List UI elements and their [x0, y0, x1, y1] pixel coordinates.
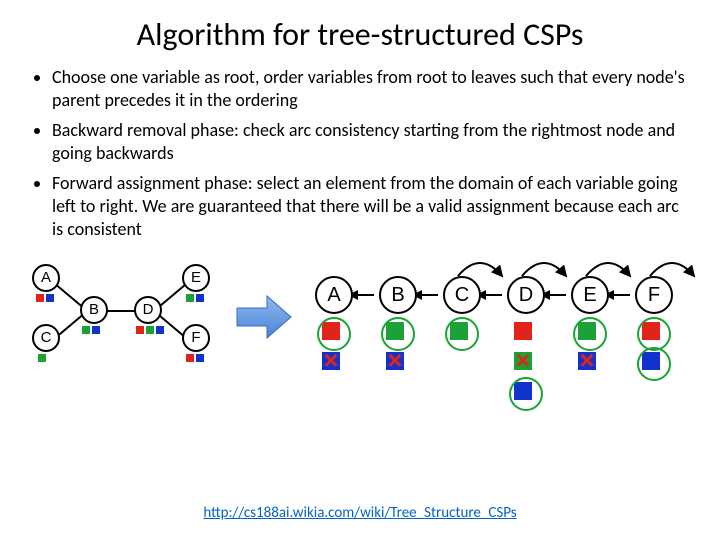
footer-link: http://cs188ai.wikia.com/wiki/Tree_Struc… [0, 504, 720, 522]
diagram-area: A C B D E F [30, 252, 690, 452]
domain-green [186, 294, 194, 302]
domain-red [36, 294, 44, 302]
domain-blue [46, 294, 54, 302]
tree-node-a: A [32, 264, 60, 292]
chain-node-e: E [571, 276, 609, 314]
domain-blue [196, 294, 204, 302]
domain-green [82, 326, 90, 334]
bullet-2: Backward removal phase: check arc consis… [52, 119, 690, 166]
chain-node-b: B [379, 276, 417, 314]
domain-red [186, 354, 194, 362]
tree-node-f: F [182, 324, 210, 352]
tree-node-d: D [134, 296, 162, 324]
x-icon: × [383, 348, 407, 372]
source-link[interactable]: http://cs188ai.wikia.com/wiki/Tree_Struc… [203, 504, 516, 522]
x-icon: × [319, 348, 343, 372]
ring-icon [637, 317, 671, 351]
chain-diagram: A B C D E F × × × [310, 262, 700, 422]
domain-red [136, 326, 144, 334]
tree-diagram: A C B D E F [30, 262, 220, 382]
tree-node-b: B [80, 296, 108, 324]
domain-red [514, 322, 532, 340]
domain-blue [196, 354, 204, 362]
domain-blue [92, 326, 100, 334]
x-icon: × [575, 348, 599, 372]
page-title: Algorithm for tree-structured CSPs [30, 15, 690, 54]
domain-green [38, 354, 46, 362]
chain-node-c: C [443, 276, 481, 314]
bullet-3: Forward assignment phase: select an elem… [52, 172, 690, 242]
chain-node-d: D [507, 276, 545, 314]
ring-icon [637, 347, 671, 381]
chain-node-a: A [315, 276, 353, 314]
ring-icon [445, 317, 479, 351]
arrow-icon [235, 292, 295, 342]
ring-icon [509, 377, 543, 411]
tree-node-e: E [182, 264, 210, 292]
bullet-1: Choose one variable as root, order varia… [52, 66, 690, 113]
domain-blue [156, 326, 164, 334]
chain-node-f: F [635, 276, 673, 314]
bullet-list: Choose one variable as root, order varia… [30, 66, 690, 242]
x-icon: × [511, 348, 535, 372]
domain-green [146, 326, 154, 334]
slide: Algorithm for tree-structured CSPs Choos… [0, 0, 720, 540]
tree-node-c: C [32, 324, 60, 352]
chain-arcs [310, 244, 700, 284]
